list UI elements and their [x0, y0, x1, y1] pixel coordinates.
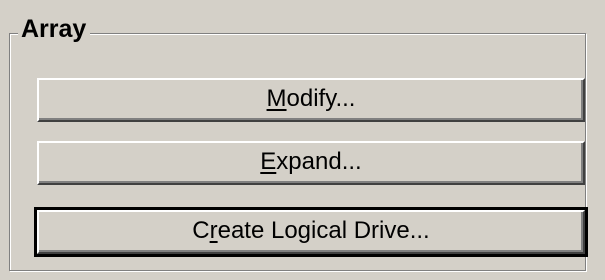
create-mnemonic: r [209, 217, 218, 244]
modify-button[interactable]: Modify... [37, 78, 585, 122]
modify-mnemonic: M [266, 85, 287, 112]
array-panel: Array Modify... Expand... Cr eate Logical… [0, 0, 605, 280]
array-group-title: Array [18, 14, 91, 44]
modify-label-post: odify... [286, 85, 356, 112]
expand-mnemonic: E [260, 148, 277, 175]
expand-label-post: xpand... [276, 148, 362, 175]
expand-button[interactable]: Expand... [37, 141, 585, 185]
create-label-pre: C [192, 217, 210, 244]
create-label-post: eate Logical Drive... [217, 217, 430, 244]
create-logical-drive-button[interactable]: Cr eate Logical Drive... [34, 207, 588, 257]
